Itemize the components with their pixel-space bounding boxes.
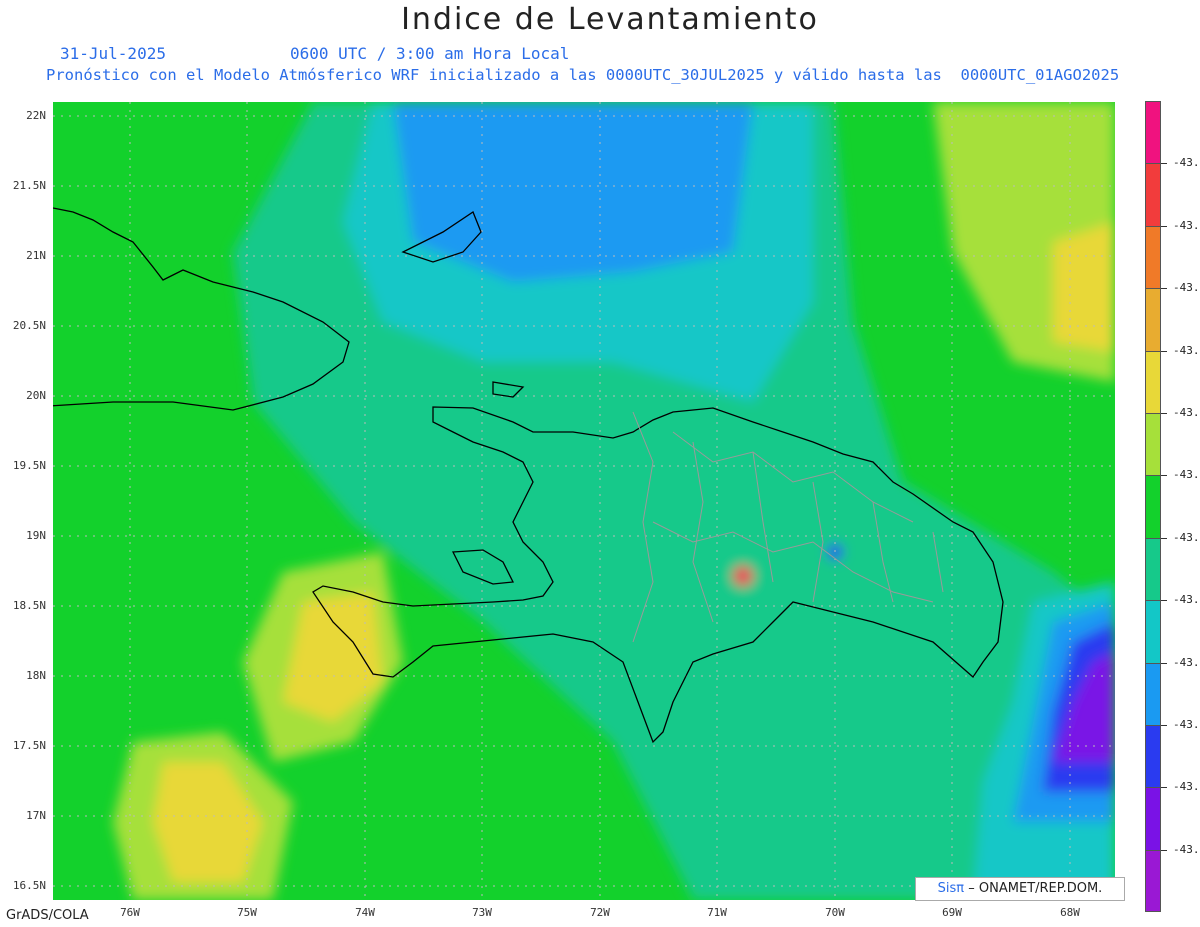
colorbar-segment <box>1145 537 1161 601</box>
lat-label: 18.5N <box>12 599 46 612</box>
lat-label: 19.5N <box>12 459 46 472</box>
credit-logo: Sisπ <box>937 881 965 896</box>
colorbar-tick <box>1161 787 1167 789</box>
colorbar-label: -43.4 <box>1173 468 1200 482</box>
colorbar-label: -43.5 <box>1173 593 1200 607</box>
colorbar-tick <box>1161 537 1167 539</box>
colorbar-segment <box>1145 163 1161 226</box>
lat-label: 21.5N <box>12 179 46 192</box>
colorbar-label: -43.2 <box>1173 218 1200 232</box>
colorbar-segment <box>1145 600 1161 663</box>
colorbar-tick <box>1161 600 1167 602</box>
colorbar-segment <box>1145 724 1161 788</box>
colorbar-tick <box>1161 350 1167 352</box>
colorbar-label: -43.7 <box>1173 842 1200 856</box>
colorbar-tick <box>1161 849 1167 851</box>
colorbar-label: -43.3 <box>1173 343 1200 357</box>
lon-label: 76W <box>120 906 140 919</box>
lat-label: 20N <box>26 389 46 402</box>
map-canvas <box>32 102 1115 900</box>
lat-label: 17.5N <box>12 739 46 752</box>
colorbar-segment <box>1145 787 1161 850</box>
lat-label: 16.5N <box>12 879 46 892</box>
grads-footer: GrADS/COLA <box>6 908 89 923</box>
colorbar-segment <box>1145 225 1161 289</box>
forecast-time: 0600 UTC / 3:00 am Hora Local <box>290 44 570 63</box>
lon-label: 72W <box>590 906 610 919</box>
colorbar-tick <box>1161 725 1167 726</box>
lat-label: 17N <box>26 809 46 822</box>
colorbar-segment <box>1145 412 1161 476</box>
lifted-index-map <box>32 102 1115 900</box>
lon-label: 71W <box>707 906 727 919</box>
colorbar-tick <box>1161 163 1167 165</box>
colorbar-tick <box>1161 225 1167 227</box>
lon-label: 73W <box>472 906 492 919</box>
colorbar-label: -43.2 <box>1173 281 1200 295</box>
colorbar-segment <box>1145 101 1161 164</box>
colorbar-segment <box>1145 350 1161 413</box>
lat-label: 18N <box>26 669 46 682</box>
lon-label: 75W <box>237 906 257 919</box>
colorbar-segment <box>1145 288 1161 351</box>
lat-label: 20.5N <box>12 319 46 332</box>
lon-label: 68W <box>1060 906 1080 919</box>
colorbar-tick <box>1161 413 1167 414</box>
colorbar-label: -43.6 <box>1173 655 1200 669</box>
forecast-description: Pronóstico con el Modelo Atmósferico WRF… <box>46 66 1120 84</box>
map-title: Indice de Levantamiento <box>401 2 819 37</box>
colorbar-label: -43.3 <box>1173 406 1200 419</box>
colorbar-tick <box>1161 662 1167 664</box>
colorbar <box>1145 101 1161 913</box>
colorbar-tick <box>1161 288 1167 290</box>
forecast-date: 31-Jul-2025 <box>60 44 166 63</box>
colorbar-label: -43.5 <box>1173 530 1200 544</box>
colorbar-label: -43.1 <box>1173 156 1200 170</box>
credit-box: Sisπ – ONAMET/REP.DOM. <box>915 877 1125 901</box>
colorbar-segment <box>1145 662 1161 725</box>
colorbar-label: -43.7 <box>1173 780 1200 794</box>
lon-label: 69W <box>942 906 962 919</box>
lon-label: 70W <box>825 906 845 919</box>
colorbar-label: -43.6 <box>1173 718 1200 731</box>
credit-text: – ONAMET/REP.DOM. <box>968 881 1103 896</box>
lon-label: 74W <box>355 906 375 919</box>
colorbar-segment <box>1145 849 1161 913</box>
colorbar-tick <box>1161 475 1167 477</box>
lat-label: 22N <box>26 109 46 122</box>
lat-label: 19N <box>26 529 46 542</box>
lat-label: 21N <box>26 249 46 262</box>
colorbar-segment <box>1145 475 1161 538</box>
